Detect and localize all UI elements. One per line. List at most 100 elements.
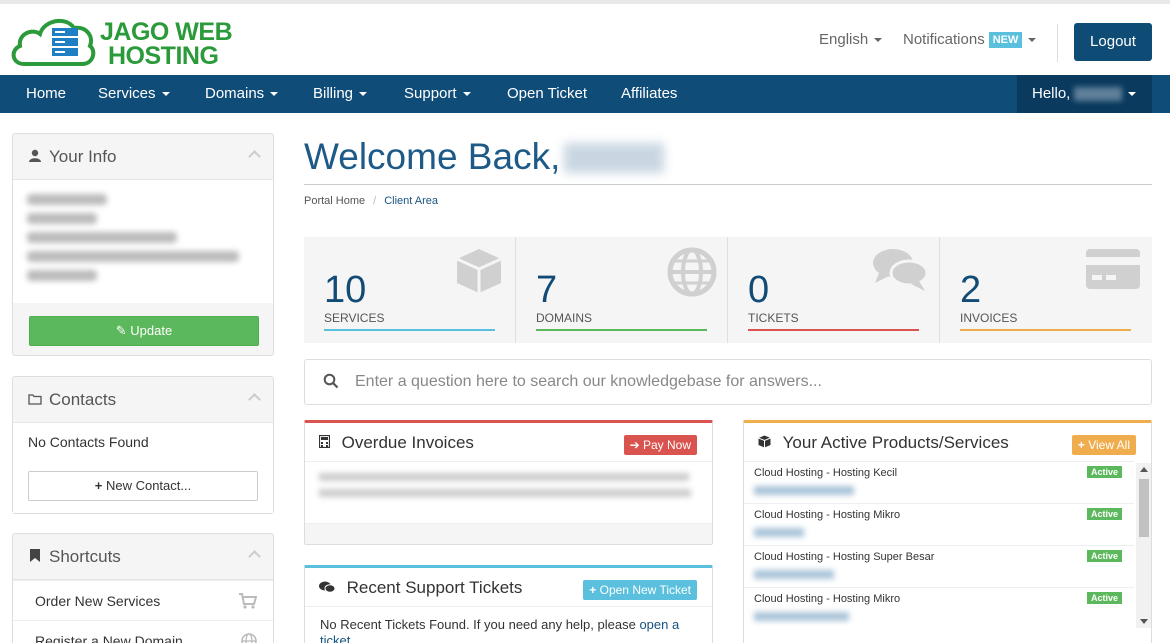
caret-down-icon: [874, 38, 883, 43]
pay-now-label: Pay Now: [642, 438, 691, 452]
view-all-button[interactable]: + View All: [1071, 435, 1136, 455]
status-badge: Active: [1086, 466, 1122, 478]
redacted-text: [27, 213, 97, 224]
invoices-label: INVOICES: [960, 311, 1018, 325]
redacted-domain: [754, 570, 834, 579]
welcome-text: Welcome Back,: [304, 136, 561, 177]
notifications-menu[interactable]: Notifications NEW: [903, 31, 1037, 48]
panel-title: Contacts: [49, 390, 117, 409]
redacted-text: [319, 489, 691, 497]
services-count: 10: [324, 269, 367, 311]
redacted-text: [27, 194, 107, 205]
product-row[interactable]: Cloud Hosting - Hosting Kecil Active: [744, 461, 1134, 503]
new-contact-label: New Contact...: [105, 478, 192, 493]
card-title: Your Active Products/Services: [758, 433, 1009, 453]
chevron-up-icon[interactable]: [248, 393, 261, 406]
search-placeholder: Enter a question here to search our know…: [355, 373, 822, 390]
plus-icon: +: [1077, 438, 1085, 452]
pencil-icon: ✎: [115, 323, 127, 338]
nav-label: Open Ticket: [507, 85, 588, 102]
panel-title: Your Info: [49, 147, 117, 166]
product-row[interactable]: Cloud Hosting - Hosting Mikro Active: [744, 587, 1134, 629]
header-divider: [1057, 24, 1058, 62]
tile-invoices[interactable]: 2 INVOICES: [940, 237, 1152, 343]
product-name: Cloud Hosting - Hosting Kecil: [754, 467, 898, 479]
new-contact-button[interactable]: + New Contact...: [28, 471, 258, 501]
tile-domains[interactable]: 7 DOMAINS: [516, 237, 728, 343]
contacts-header[interactable]: Contacts: [13, 377, 273, 423]
products-scrollbar[interactable]: [1136, 463, 1151, 628]
your-info-panel: Your Info ✎ Update: [12, 133, 274, 356]
redacted-username: [1074, 87, 1123, 102]
title-divider: [304, 184, 1152, 185]
card-divider: [305, 606, 712, 607]
cart-icon: [239, 581, 258, 621]
scrollbar-thumb[interactable]: [1139, 479, 1149, 537]
overdue-title: Overdue Invoices: [341, 433, 474, 452]
redacted-text: [27, 232, 177, 243]
scroll-up-icon[interactable]: [1140, 467, 1148, 472]
new-badge: NEW: [988, 32, 1023, 48]
contacts-body: No Contacts Found + New Contact...: [13, 423, 273, 513]
domains-label: DOMAINS: [536, 311, 593, 325]
product-row[interactable]: Cloud Hosting - Hosting Mikro Active: [744, 503, 1134, 545]
update-label: Update: [130, 323, 173, 338]
open-new-ticket-button[interactable]: + Open New Ticket: [583, 580, 697, 600]
breadcrumb-portal-home[interactable]: Portal Home: [304, 195, 365, 207]
cube-icon: [456, 249, 502, 293]
scroll-down-icon[interactable]: [1140, 619, 1148, 624]
support-tickets-card: Recent Support Tickets + Open New Ticket…: [304, 565, 713, 643]
shortcut-register-domain[interactable]: Register a New Domain: [13, 620, 273, 643]
update-button[interactable]: ✎ Update: [29, 316, 259, 346]
nav-billing[interactable]: Billing: [313, 75, 368, 113]
redacted-domain: [754, 612, 849, 621]
tile-services[interactable]: 10 SERVICES: [304, 237, 516, 343]
nav-label: Support: [404, 85, 457, 102]
logout-button[interactable]: Logout: [1074, 23, 1152, 61]
nav-affiliates[interactable]: Affiliates: [621, 75, 677, 113]
nav-label: Domains: [205, 85, 265, 102]
shortcut-label: Order New Services: [35, 593, 161, 609]
nav-support[interactable]: Support: [404, 75, 471, 113]
brand-line2: HOSTING: [108, 42, 219, 70]
credit-card-icon: [1086, 249, 1140, 289]
invoices-count: 2: [960, 269, 982, 311]
shortcut-order-services[interactable]: Order New Services: [13, 580, 273, 620]
nav-domains[interactable]: Domains: [205, 75, 279, 113]
shortcut-label: Register a New Domain: [35, 633, 183, 643]
nav-home[interactable]: Home: [26, 75, 66, 113]
main-navbar: Home Services Domains Billing Support Op…: [0, 75, 1170, 113]
account-menu[interactable]: Hello,: [1017, 75, 1152, 113]
product-row[interactable]: Cloud Hosting - Hosting Super Besar Acti…: [744, 545, 1134, 587]
redacted-text: [27, 251, 239, 262]
user-icon: [27, 134, 43, 180]
language-menu[interactable]: English: [819, 31, 883, 48]
bookmark-icon: [27, 534, 43, 580]
plus-icon: +: [589, 583, 597, 597]
shortcuts-header[interactable]: Shortcuts: [13, 534, 273, 580]
card-title: Overdue Invoices: [318, 433, 474, 453]
chevron-up-icon[interactable]: [248, 150, 261, 163]
plus-icon: +: [94, 478, 103, 493]
shortcuts-panel: Shortcuts Order New Services Register a …: [12, 533, 274, 643]
card-title: Recent Support Tickets: [319, 578, 522, 598]
tickets-label: TICKETS: [748, 311, 799, 325]
pay-now-button[interactable]: ➔ Pay Now: [623, 435, 697, 455]
nav-label: Affiliates: [621, 85, 678, 102]
your-info-header[interactable]: Your Info: [13, 134, 273, 180]
breadcrumb-client-area: Client Area: [384, 195, 439, 207]
nav-open-ticket[interactable]: Open Ticket: [507, 75, 587, 113]
knowledgebase-search-input[interactable]: Enter a question here to search our know…: [304, 359, 1152, 405]
brand-name: JAGO WEB HOSTING: [100, 20, 233, 70]
page-title: Welcome Back,: [304, 136, 665, 178]
caret-down-icon: [270, 92, 279, 97]
domains-count: 7: [536, 269, 558, 311]
folder-icon: [27, 377, 43, 423]
status-badge: Active: [1086, 508, 1122, 520]
chevron-up-icon[interactable]: [248, 550, 261, 563]
tile-tickets[interactable]: 0 TICKETS: [728, 237, 940, 343]
nav-services[interactable]: Services: [98, 75, 170, 113]
cloud-server-icon: [11, 18, 96, 66]
brand-logo[interactable]: JAGO WEB HOSTING: [10, 14, 240, 70]
arrow-right-icon: ➔: [629, 438, 640, 452]
